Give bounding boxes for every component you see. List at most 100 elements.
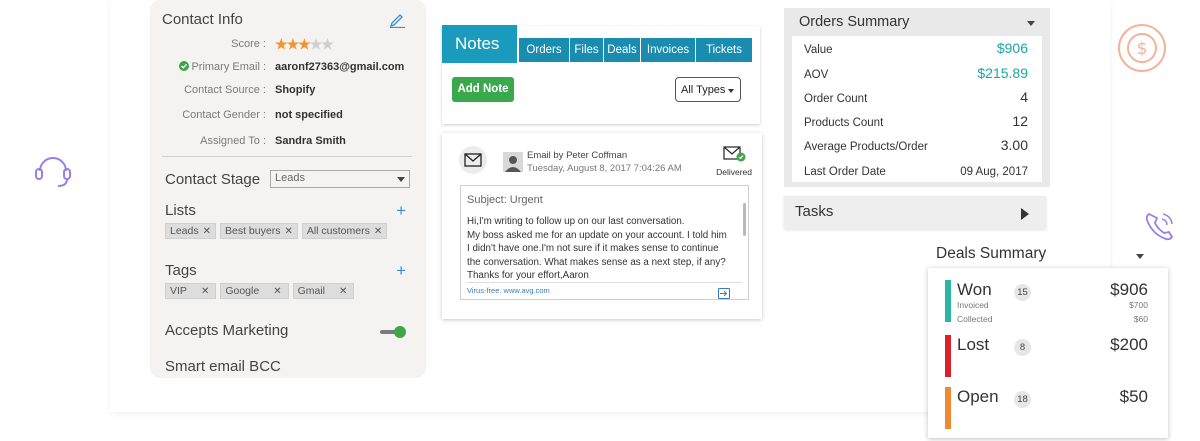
deal-amount: $200 (1110, 335, 1148, 354)
email-activity-card: Email by Peter Coffman Tuesday, August 8… (442, 133, 762, 319)
chevron-right-icon[interactable] (1021, 208, 1029, 220)
tags-label: Tags (165, 262, 197, 279)
list-chip: Leads ✕ (165, 223, 216, 239)
smart-email-bcc-label: Smart email BCC (165, 358, 281, 375)
deals-summary-title: Deals Summary (936, 245, 1047, 262)
email-subject: Subject: Urgent (467, 194, 543, 206)
close-icon[interactable]: ✕ (374, 226, 382, 237)
star-icon[interactable]: ★ (310, 36, 323, 52)
tab-deals[interactable]: Deals (604, 38, 641, 62)
contact-stage-label: Contact Stage (165, 171, 261, 188)
email-sender: Email by Peter Coffman (527, 150, 628, 161)
star-icon[interactable]: ★ (275, 36, 288, 52)
list-chip-label: Best buyers (225, 225, 281, 237)
tag-chip: Google ✕ (220, 283, 289, 299)
tag-chip: Gmail ✕ (292, 283, 355, 299)
contact-source-value: Shopify (275, 84, 316, 96)
verified-check-icon (179, 61, 190, 71)
email-body[interactable]: Subject: Urgent Hi,I'm writing to follow… (460, 185, 749, 300)
dollar-circle-icon: $ (1118, 24, 1166, 72)
add-note-button[interactable]: Add Note (452, 77, 514, 102)
open-email-icon[interactable] (718, 288, 730, 299)
orders-row-last-order-date: Last Order Date 09 Aug, 2017 (804, 166, 1028, 178)
star-icon[interactable]: ★ (298, 36, 311, 52)
edit-icon[interactable] (388, 10, 406, 28)
delivered-mail-icon (723, 146, 746, 162)
tab-orders[interactable]: Orders (519, 38, 570, 62)
chevron-down-icon[interactable] (1136, 254, 1144, 259)
tab-notes[interactable]: Notes (442, 25, 517, 63)
deal-detail-label: Invoiced (957, 300, 989, 310)
contact-gender-label: Contact Gender : (182, 109, 266, 121)
star-icon[interactable]: ★ (287, 36, 300, 52)
lists-chips: Leads ✕ Best buyers ✕ All customers ✕ (165, 223, 388, 239)
close-icon[interactable]: ✕ (273, 286, 281, 297)
add-list-button[interactable]: + (396, 201, 406, 221)
orders-row-value: Value $906 (804, 40, 1028, 56)
deal-status-bar (945, 280, 951, 322)
orders-row-order-count: Order Count 4 (804, 89, 1028, 105)
tab-invoices[interactable]: Invoices (641, 38, 696, 62)
assigned-to-label: Assigned To : (200, 135, 266, 147)
score-stars[interactable]: ★★★★★ (275, 36, 334, 53)
deal-status-bar (945, 387, 951, 429)
headset-icon (31, 146, 75, 190)
chevron-down-icon (397, 177, 405, 182)
chevron-down-icon[interactable] (1027, 21, 1035, 26)
close-icon[interactable]: ✕ (284, 226, 292, 237)
assigned-to-value[interactable]: Sandra Smith (275, 135, 346, 147)
divider (162, 156, 412, 157)
email-scrollbar[interactable] (743, 203, 746, 236)
star-icon[interactable]: ★ (321, 36, 334, 52)
deal-count-badge: 8 (1014, 339, 1031, 356)
orders-summary-title: Orders Summary (799, 14, 910, 30)
deal-detail-label: Collected (957, 314, 993, 324)
deal-name: Won (957, 280, 992, 299)
close-icon[interactable]: ✕ (201, 286, 209, 297)
lists-label: Lists (165, 202, 196, 219)
svg-text:$: $ (1137, 39, 1148, 59)
contact-info-title: Contact Info (162, 11, 243, 28)
note-type-select[interactable]: All Types (675, 77, 741, 102)
email-message: Hi,I'm writing to follow up on our last … (467, 216, 727, 281)
accepts-marketing-toggle[interactable] (380, 326, 406, 338)
contact-stage-select[interactable]: Leads (270, 170, 410, 188)
delivered-label: Delivered (716, 167, 752, 177)
close-icon[interactable]: ✕ (203, 226, 211, 237)
primary-email-value[interactable]: aaronf27363@gmail.com (275, 61, 404, 73)
sender-avatar (503, 152, 523, 172)
close-icon[interactable]: ✕ (339, 286, 347, 297)
orders-row-aov: AOV $215.89 (804, 65, 1028, 81)
phone-icon (1145, 212, 1174, 241)
list-chip-label: Leads (170, 225, 199, 237)
deal-name: Lost (957, 335, 990, 354)
deal-detail-value: $700 (1129, 300, 1148, 310)
tag-chip-label: Google (225, 285, 260, 297)
accepts-marketing-label: Accepts Marketing (165, 322, 289, 339)
tag-chip: VIP ✕ (165, 283, 217, 299)
deals-summary-panel: Won 15 $906 Invoiced $700 Collected $60 … (928, 268, 1168, 438)
delivery-status: Delivered (716, 145, 752, 177)
deal-detail-value: $60 (1133, 314, 1148, 324)
list-chip: Best buyers ✕ (220, 223, 298, 239)
email-signature-link[interactable]: Virus-free. www.avg.com (467, 286, 550, 295)
orders-row-products-count: Products Count 12 (804, 113, 1028, 129)
deal-count-badge: 18 (1014, 391, 1031, 408)
add-tag-button[interactable]: + (396, 261, 406, 281)
deal-status-bar (945, 335, 951, 377)
contact-gender-value: not specified (275, 109, 343, 121)
tasks-panel[interactable]: Tasks (784, 196, 1046, 229)
tag-chip-label: Gmail (297, 285, 325, 297)
deal-count-badge: 15 (1014, 284, 1031, 301)
tags-chips: VIP ✕ Google ✕ Gmail ✕ (165, 283, 355, 299)
list-chip-label: All customers (306, 225, 370, 237)
tasks-title: Tasks (795, 203, 834, 220)
tab-files[interactable]: Files (570, 38, 604, 62)
deal-amount: $906 (1110, 280, 1148, 299)
tab-tickets[interactable]: Tickets (696, 38, 752, 62)
email-timestamp: Tuesday, August 8, 2017 7:04:26 AM (527, 163, 682, 174)
orders-summary-body: Value $906 AOV $215.89 Order Count 4 Produc… (792, 36, 1042, 182)
primary-email-label: Primary Email : (179, 61, 266, 73)
contact-source-label: Contact Source : (184, 84, 266, 96)
orders-summary-panel: Orders Summary Value $906 AOV $215.89 Orde… (784, 8, 1050, 187)
